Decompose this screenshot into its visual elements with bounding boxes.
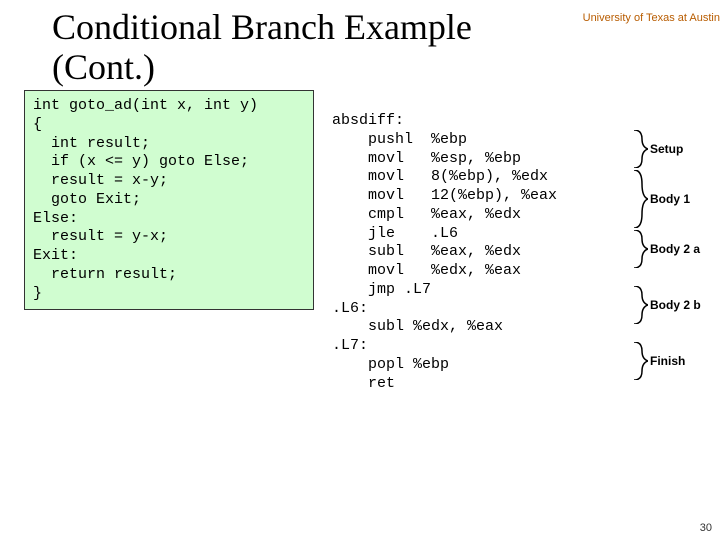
label-finish-row: Finish [632,342,712,380]
section-labels: Setup Body 1 Body 2 a Body 2 b Finish [632,112,712,382]
university-header: University of Texas at Austin [583,12,720,24]
label-body2a: Body 2 a [648,242,700,256]
title-line-1: Conditional Branch Example [52,7,472,47]
label-body2b-row: Body 2 b [632,286,712,324]
label-setup-row: Setup [632,130,712,168]
assembly-code-box: absdiff: pushl %ebp movl %esp, %ebp movl… [332,112,622,393]
page-number: 30 [700,522,712,534]
brace-icon [632,130,648,168]
slide: University of Texas at Austin Conditiona… [0,0,720,540]
label-body1: Body 1 [648,192,690,206]
label-setup: Setup [648,142,683,156]
c-code-text: int goto_ad(int x, int y) { int result; … [33,97,258,302]
label-body1-row: Body 1 [632,170,712,228]
c-code-box: int goto_ad(int x, int y) { int result; … [24,90,314,310]
label-finish: Finish [648,354,685,368]
brace-icon [632,230,648,268]
label-body2b: Body 2 b [648,298,701,312]
title-line-2: (Cont.) [52,47,155,87]
label-body2a-row: Body 2 a [632,230,712,268]
brace-icon [632,342,648,380]
brace-icon [632,170,648,228]
brace-icon [632,286,648,324]
assembly-code-text: absdiff: pushl %ebp movl %esp, %ebp movl… [332,112,557,392]
slide-title: Conditional Branch Example (Cont.) [52,8,472,87]
